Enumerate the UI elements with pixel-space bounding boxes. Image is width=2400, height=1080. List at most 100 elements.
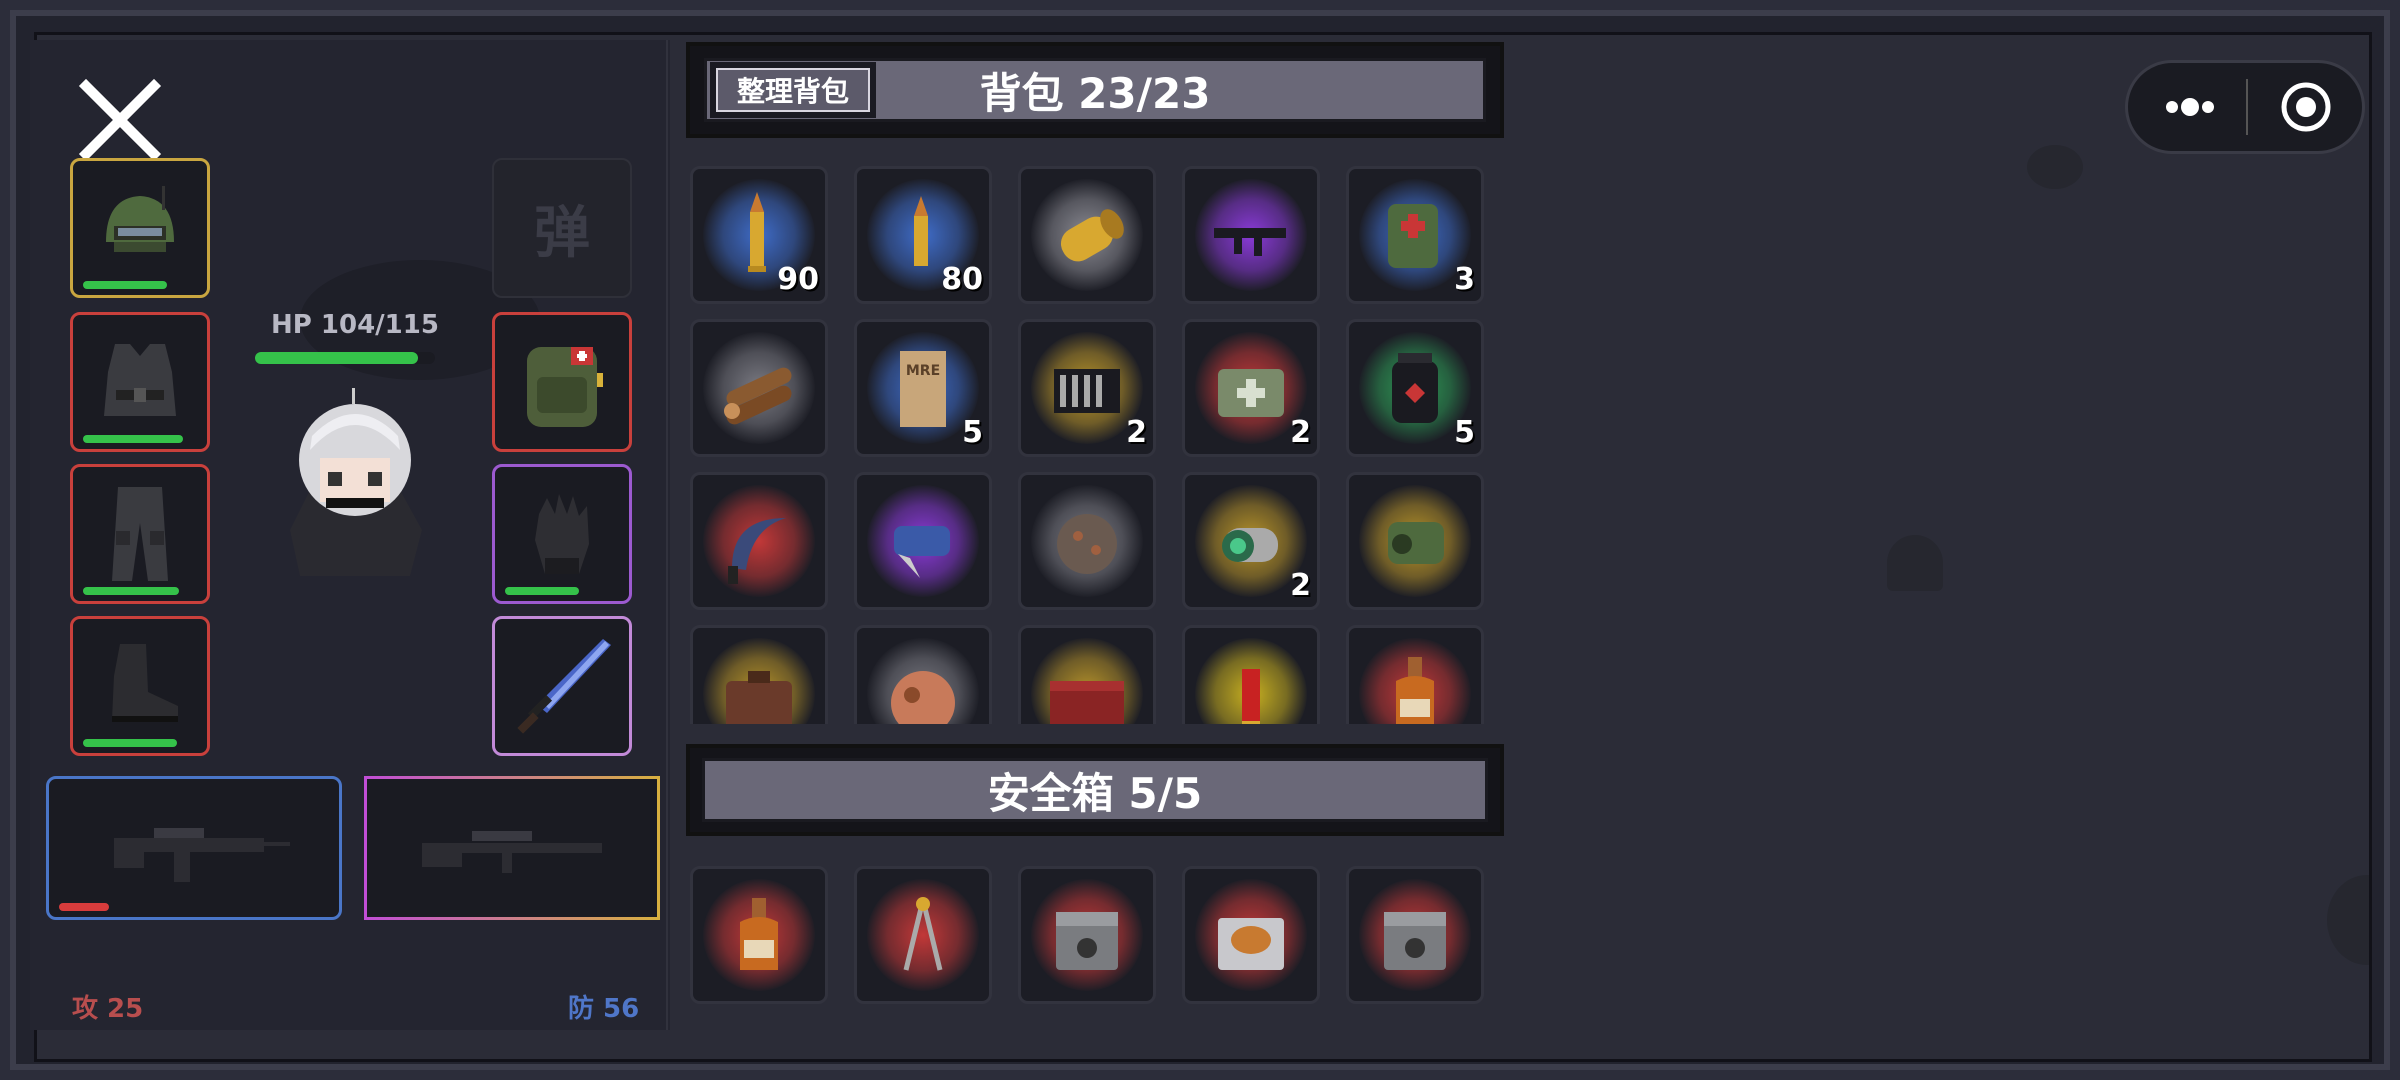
inventory-slot[interactable]: MRE 5 — [854, 319, 992, 457]
backpack-icon — [527, 347, 603, 427]
inventory-slot[interactable] — [1018, 166, 1156, 304]
organize-backpack-label: 整理背包 — [716, 68, 870, 112]
ammo-slot[interactable]: 弹 — [492, 158, 632, 298]
rangefinder-icon — [1349, 475, 1481, 607]
inventory-slot[interactable] — [1346, 866, 1484, 1004]
inventory-slot[interactable] — [854, 472, 992, 610]
gloves-icon — [535, 494, 589, 574]
background-blob — [2027, 145, 2083, 189]
durability-bar — [59, 903, 109, 911]
hp-label: HP 104/115 — [271, 310, 439, 340]
ore-chunk-icon — [1021, 475, 1153, 607]
attack-stat: 攻 25 — [72, 994, 144, 1024]
background-blob — [2327, 875, 2369, 965]
capsule-divider — [2246, 79, 2248, 135]
safebox-title-bar: 安全箱 5/5 — [702, 758, 1488, 822]
hp-bar-track — [255, 352, 435, 364]
armor-slot[interactable] — [70, 312, 210, 452]
boots-icon — [112, 644, 178, 722]
durability-bar — [83, 435, 183, 443]
inventory-slot[interactable]: 80 — [854, 166, 992, 304]
inventory-slot[interactable] — [690, 625, 828, 724]
durability-bar — [83, 739, 177, 747]
item-count: 3 — [1454, 262, 1475, 297]
body-armor-icon — [104, 344, 176, 416]
close-icon — [78, 78, 162, 162]
ammo-slot-label: 弹 — [534, 200, 590, 266]
organize-backpack-button[interactable]: 整理背包 — [710, 62, 876, 118]
wood-logs-icon — [693, 322, 825, 454]
pants-icon — [112, 487, 168, 581]
item-count: 90 — [777, 262, 819, 297]
durability-bar — [83, 281, 167, 289]
backpack-header: 背包 23/23 整理背包 — [686, 42, 1504, 138]
safebox-title: 安全箱 5/5 — [987, 768, 1203, 818]
radioactive-case-icon — [1021, 869, 1153, 1001]
smg-icon — [1185, 169, 1317, 301]
shell-casing-icon — [1021, 169, 1153, 301]
item-count: 2 — [1126, 415, 1147, 450]
item-count: 2 — [1290, 568, 1311, 603]
item-count: 80 — [941, 262, 983, 297]
inventory-slot[interactable]: 5 — [1346, 319, 1484, 457]
backpack-grid: 90 80 3 MRE 5 2 2 5 2 — [690, 166, 1498, 724]
more-button[interactable] — [2142, 71, 2238, 143]
close-button[interactable] — [78, 78, 162, 162]
inventory-slot[interactable] — [1018, 625, 1156, 724]
inventory-slot[interactable] — [1018, 472, 1156, 610]
inventory-slot[interactable] — [854, 866, 992, 1004]
gloves-slot[interactable] — [492, 464, 632, 604]
inventory-slot[interactable] — [1346, 472, 1484, 610]
inventory-slot[interactable] — [854, 625, 992, 724]
exit-button[interactable] — [2258, 71, 2354, 143]
inventory-slot[interactable]: 90 — [690, 166, 828, 304]
durability-bar — [83, 587, 179, 595]
defense-stat: 防 56 — [568, 994, 640, 1024]
liquor-bottle-icon — [693, 869, 825, 1001]
helmet-icon — [106, 186, 174, 252]
inventory-slot[interactable] — [690, 866, 828, 1004]
inventory-slot[interactable] — [690, 472, 828, 610]
inventory-slot[interactable]: 2 — [1182, 319, 1320, 457]
inventory-slot[interactable] — [1346, 625, 1484, 724]
target-icon — [2281, 82, 2331, 132]
briefcase-icon — [693, 628, 825, 724]
assault-rifle-icon — [114, 828, 290, 882]
svg-text:MRE: MRE — [906, 363, 940, 379]
pliers-icon — [857, 475, 989, 607]
inventory-slot[interactable]: 3 — [1346, 166, 1484, 304]
compass-divider-icon — [857, 869, 989, 1001]
miniapp-capsule — [2125, 60, 2365, 154]
item-count: 5 — [1454, 415, 1475, 450]
panel-divider — [666, 40, 668, 1030]
inventory-slot[interactable]: 2 — [1018, 319, 1156, 457]
sniper-rifle-icon — [422, 831, 602, 873]
background-blob — [1887, 535, 1943, 591]
inventory-slot[interactable]: 2 — [1182, 472, 1320, 610]
red-box-icon — [1021, 628, 1153, 724]
roast-chicken-case-icon — [1185, 869, 1317, 1001]
sword-icon — [517, 639, 611, 734]
helmet-slot[interactable] — [70, 158, 210, 298]
primary-weapon-slot[interactable] — [46, 776, 342, 920]
durability-bar — [505, 587, 579, 595]
backpack-slot[interactable] — [492, 312, 632, 452]
hp-bar-fill — [255, 352, 418, 364]
boots-slot[interactable] — [70, 616, 210, 756]
shotgun-shell-icon — [1185, 628, 1317, 724]
character-avatar — [270, 380, 440, 580]
inventory-slot[interactable] — [1182, 866, 1320, 1004]
secondary-weapon-slot[interactable] — [364, 776, 660, 920]
radioactive-case-icon — [1349, 869, 1481, 1001]
inventory-slot[interactable] — [1182, 166, 1320, 304]
liquor-bottle-icon — [1349, 628, 1481, 724]
inventory-slot[interactable] — [1018, 866, 1156, 1004]
more-icon — [2166, 98, 2214, 116]
melee-slot[interactable] — [492, 616, 632, 756]
safebox-header: 安全箱 5/5 — [686, 744, 1504, 836]
copper-ore-icon — [857, 628, 989, 724]
sickle-icon — [693, 475, 825, 607]
inventory-slot[interactable] — [690, 319, 828, 457]
inventory-slot[interactable] — [1182, 625, 1320, 724]
pants-slot[interactable] — [70, 464, 210, 604]
